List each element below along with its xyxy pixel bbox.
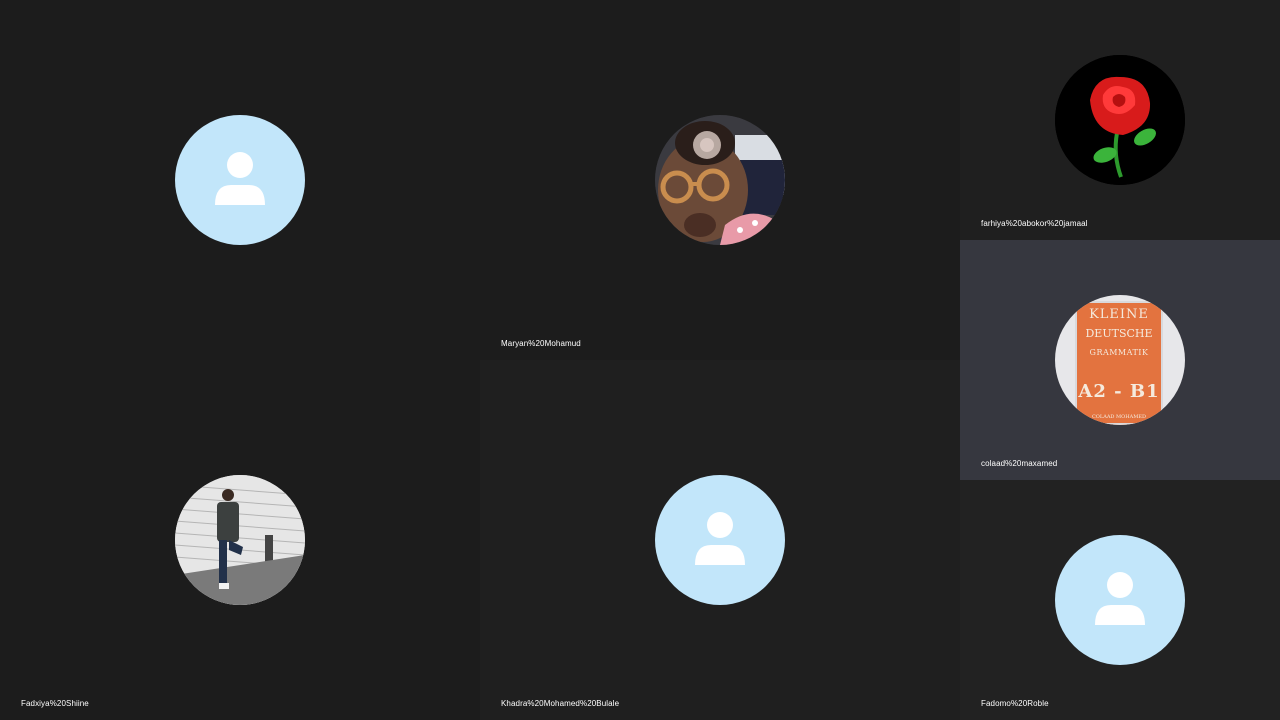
default-user-icon bbox=[655, 475, 785, 605]
participant-name: Khadra%20Mohamed%20Bulale bbox=[501, 699, 620, 708]
participant-name: Fadxiya%20Shiine bbox=[21, 699, 89, 708]
book-author: COLAAD MOHAMED bbox=[1091, 414, 1147, 420]
participant-name: Maryan%20Mohamud bbox=[501, 339, 581, 348]
book-title-line: DEUTSCHE bbox=[1085, 327, 1153, 340]
participant-tile[interactable]: Khadra%20Mohamed%20Bulale bbox=[480, 360, 960, 720]
participant-tile[interactable]: Fadomo%20Roble bbox=[960, 480, 1280, 720]
participant-tile[interactable]: Fadxiya%20Shiine bbox=[0, 360, 480, 720]
photo-child-with-glasses-icon bbox=[655, 115, 785, 245]
participant-name: colaad%20maxamed bbox=[981, 459, 1058, 468]
book-cover-icon: KLEINE DEUTSCHE GRAMMATIK A2 - B1 COLAAD… bbox=[1055, 295, 1185, 425]
participant-tile[interactable] bbox=[0, 0, 480, 360]
default-user-icon bbox=[1055, 535, 1185, 665]
default-user-icon bbox=[175, 115, 305, 245]
photo-man-by-brick-wall-icon bbox=[175, 475, 305, 605]
book-title-line: KLEINE bbox=[1089, 307, 1149, 322]
red-rose-icon bbox=[1055, 55, 1185, 185]
participant-tile[interactable]: Maryan%20Mohamud bbox=[480, 0, 960, 360]
participant-name: farhiya%20abokor%20jamaal bbox=[981, 219, 1088, 228]
participant-name: Fadomo%20Roble bbox=[981, 699, 1049, 708]
book-cover: KLEINE DEUTSCHE GRAMMATIK A2 - B1 COLAAD… bbox=[1075, 301, 1163, 425]
participant-tile[interactable]: farhiya%20abokor%20jamaal bbox=[960, 0, 1280, 240]
book-level: A2 - B1 bbox=[1078, 381, 1160, 402]
book-title-line: GRAMMATIK bbox=[1089, 348, 1149, 357]
video-call-grid: Maryan%20Mohamud Fadxiya%20Shiine Khadra… bbox=[0, 0, 1280, 720]
participant-tile-active-speaker[interactable]: KLEINE DEUTSCHE GRAMMATIK A2 - B1 COLAAD… bbox=[960, 240, 1280, 480]
